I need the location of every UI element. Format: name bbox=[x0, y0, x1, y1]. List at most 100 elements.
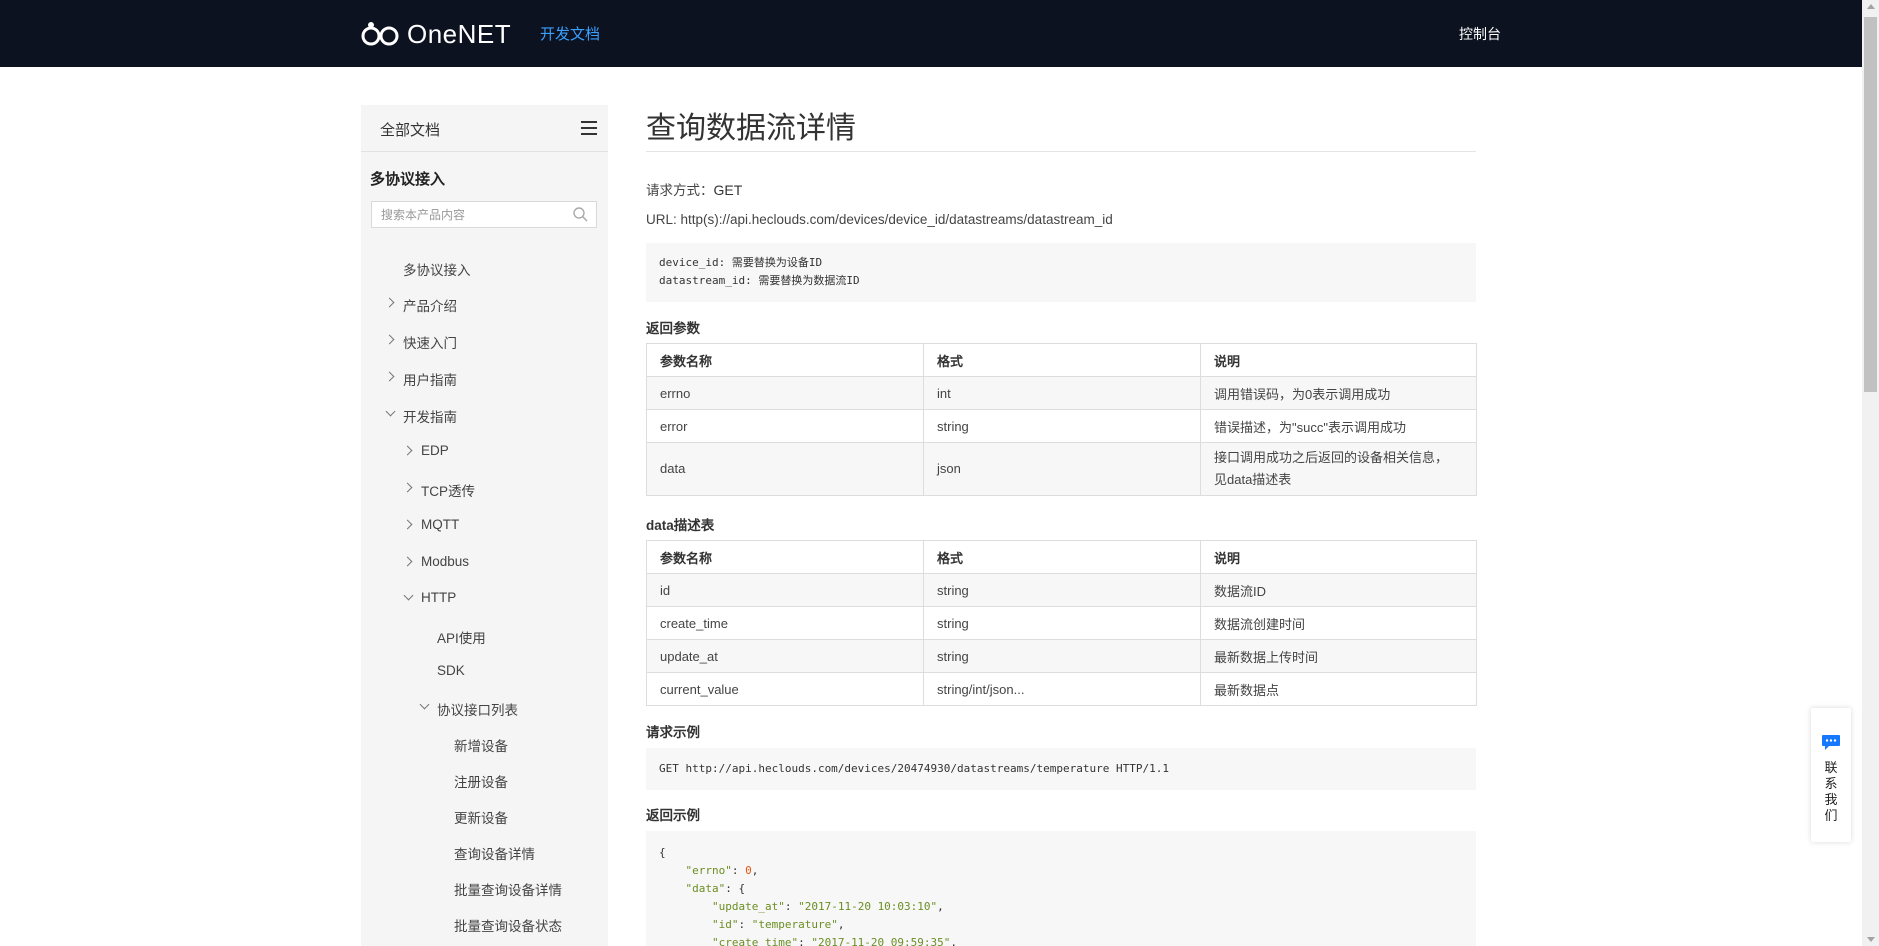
table-header-cell: 格式 bbox=[923, 343, 1201, 377]
sidebar-item-multi-protocol[interactable]: 多协议接入 bbox=[403, 259, 471, 279]
table-cell: string/int/json... bbox=[923, 672, 1201, 706]
sidebar-section-title: 多协议接入 bbox=[370, 171, 446, 188]
return-params-heading: 返回参数 bbox=[646, 321, 700, 336]
return-params-table: 参数名称 格式 说明 errno int 调用错误码，为0表示调用成功 erro… bbox=[646, 343, 1477, 496]
table-cell: 最新数据上传时间 bbox=[1200, 639, 1477, 673]
data-desc-heading: data描述表 bbox=[646, 518, 715, 533]
sidebar-search bbox=[371, 201, 597, 228]
sidebar-item-add-device[interactable]: 新增设备 bbox=[454, 735, 508, 755]
table-cell: string bbox=[923, 606, 1201, 640]
sidebar-item-protocol-api-list[interactable]: 协议接口列表 bbox=[419, 699, 518, 719]
sidebar-item-label: 开发指南 bbox=[403, 410, 457, 425]
table-header-cell: 说明 bbox=[1200, 540, 1477, 574]
sidebar-item-mqtt[interactable]: MQTT bbox=[402, 517, 459, 532]
chevron-right-icon bbox=[402, 556, 413, 567]
scroll-down-arrow-icon[interactable] bbox=[1867, 937, 1875, 942]
sidebar-item-edp[interactable]: EDP bbox=[402, 443, 449, 458]
code-line: "errno": 0, bbox=[659, 862, 1463, 880]
code-token: "id" bbox=[711, 918, 739, 931]
chevron-right-icon bbox=[384, 297, 395, 308]
code-token: : bbox=[738, 918, 752, 931]
sidebar-item-api-usage[interactable]: API使用 bbox=[437, 627, 486, 647]
sidebar-item-label: 新增设备 bbox=[454, 739, 508, 754]
sidebar-item-batch-query-device[interactable]: 批量查询设备详情 bbox=[454, 879, 562, 899]
request-url: URL: http(s)://api.heclouds.com/devices/… bbox=[646, 212, 1113, 227]
url-params-code: device_id: 需要替换为设备ID datastream_id: 需要替换… bbox=[646, 243, 1476, 302]
sidebar-item-label: SDK bbox=[437, 663, 465, 678]
table-cell: data bbox=[646, 442, 924, 496]
sidebar-item-tcp[interactable]: TCP透传 bbox=[402, 480, 475, 500]
code-token: : bbox=[731, 864, 746, 877]
scroll-thumb[interactable] bbox=[1864, 17, 1877, 392]
hamburger-menu-icon[interactable] bbox=[581, 121, 597, 135]
contact-us-button[interactable]: 联系我们 bbox=[1811, 708, 1851, 842]
chevron-right-icon bbox=[402, 482, 413, 493]
all-docs-title[interactable]: 全部文档 bbox=[380, 119, 440, 140]
table-header-cell: 说明 bbox=[1200, 343, 1477, 377]
page-scrollbar[interactable] bbox=[1862, 0, 1879, 946]
code-token: : bbox=[784, 900, 799, 913]
sidebar-item-label: 协议接口列表 bbox=[437, 703, 518, 718]
sidebar-item-label: 快速入门 bbox=[403, 336, 457, 351]
table-row: id string 数据流ID bbox=[646, 573, 1477, 607]
nav-console[interactable]: 控制台 bbox=[1459, 24, 1501, 44]
code-token: , bbox=[751, 864, 759, 877]
data-desc-table: 参数名称 格式 说明 id string 数据流ID create_time s… bbox=[646, 540, 1477, 706]
table-cell: json bbox=[923, 442, 1201, 496]
sidebar-item-label: 用户指南 bbox=[403, 373, 457, 388]
sidebar-item-dev-guide[interactable]: 开发指南 bbox=[385, 406, 457, 426]
onenet-logo-icon bbox=[361, 22, 399, 46]
sidebar-item-user-guide[interactable]: 用户指南 bbox=[384, 369, 457, 389]
request-method-value: GET bbox=[713, 182, 743, 198]
sidebar-item-batch-query-status[interactable]: 批量查询设备状态 bbox=[454, 915, 562, 935]
page-title: 查询数据流详情 bbox=[646, 112, 856, 145]
table-cell: string bbox=[923, 639, 1201, 673]
sidebar-item-modbus[interactable]: Modbus bbox=[402, 554, 469, 569]
sidebar-item-quick-start[interactable]: 快速入门 bbox=[384, 332, 457, 352]
code-line: "data": { bbox=[659, 880, 1463, 898]
sidebar-item-register-device[interactable]: 注册设备 bbox=[454, 771, 508, 791]
chat-bubble-icon bbox=[1822, 735, 1840, 750]
sidebar-item-label: 查询设备详情 bbox=[454, 847, 535, 862]
table-cell: 接口调用成功之后返回的设备相关信息，见data描述表 bbox=[1200, 442, 1477, 496]
docs-sidebar: 全部文档 多协议接入 多协议接入 产品介绍 快速入门 用户指南 开发指南 EDP… bbox=[361, 105, 608, 946]
code-token: { bbox=[659, 846, 666, 859]
title-divider bbox=[646, 151, 1476, 152]
scroll-up-arrow-icon[interactable] bbox=[1867, 4, 1875, 9]
sidebar-search-input[interactable] bbox=[372, 202, 571, 227]
chevron-right-icon bbox=[384, 371, 395, 382]
table-cell: 数据流创建时间 bbox=[1200, 606, 1477, 640]
sidebar-item-label: 更新设备 bbox=[454, 811, 508, 826]
table-row: update_at string 最新数据上传时间 bbox=[646, 639, 1477, 673]
code-token: "2017-11-20 10:03:10" bbox=[798, 900, 938, 913]
code-line: { bbox=[659, 844, 1463, 862]
code-token: 0 bbox=[745, 864, 752, 877]
request-example-code: GET http://api.heclouds.com/devices/2047… bbox=[646, 748, 1476, 790]
table-cell: int bbox=[923, 376, 1201, 410]
table-cell: 调用错误码，为0表示调用成功 bbox=[1200, 376, 1477, 410]
code-line: "id": "temperature", bbox=[659, 916, 1463, 934]
sidebar-item-query-device[interactable]: 查询设备详情 bbox=[454, 843, 535, 863]
search-icon[interactable] bbox=[573, 207, 588, 222]
table-cell: error bbox=[646, 409, 924, 443]
sidebar-item-update-device[interactable]: 更新设备 bbox=[454, 807, 508, 827]
table-row: create_time string 数据流创建时间 bbox=[646, 606, 1477, 640]
sidebar-item-label: 批量查询设备状态 bbox=[454, 919, 562, 934]
sidebar-item-http[interactable]: HTTP bbox=[403, 590, 456, 605]
chevron-right-icon bbox=[402, 519, 413, 530]
code-token: : bbox=[798, 936, 812, 946]
nav-dev-docs[interactable]: 开发文档 bbox=[540, 23, 600, 44]
table-row: current_value string/int/json... 最新数据点 bbox=[646, 672, 1477, 706]
code-token: "errno" bbox=[685, 864, 732, 877]
code-token: "update_at" bbox=[711, 900, 785, 913]
onenet-logo[interactable]: OneNET bbox=[361, 19, 511, 49]
request-example-heading: 请求示例 bbox=[646, 725, 700, 740]
chevron-down-icon bbox=[385, 406, 396, 417]
table-header-row: 参数名称 格式 说明 bbox=[646, 343, 1477, 377]
sidebar-item-sdk[interactable]: SDK bbox=[437, 663, 465, 678]
sidebar-header: 全部文档 bbox=[361, 105, 608, 152]
sidebar-item-product-intro[interactable]: 产品介绍 bbox=[384, 295, 457, 315]
code-token: , bbox=[937, 900, 944, 913]
table-cell: update_at bbox=[646, 639, 924, 673]
code-line: GET http://api.heclouds.com/devices/2047… bbox=[659, 762, 1169, 775]
